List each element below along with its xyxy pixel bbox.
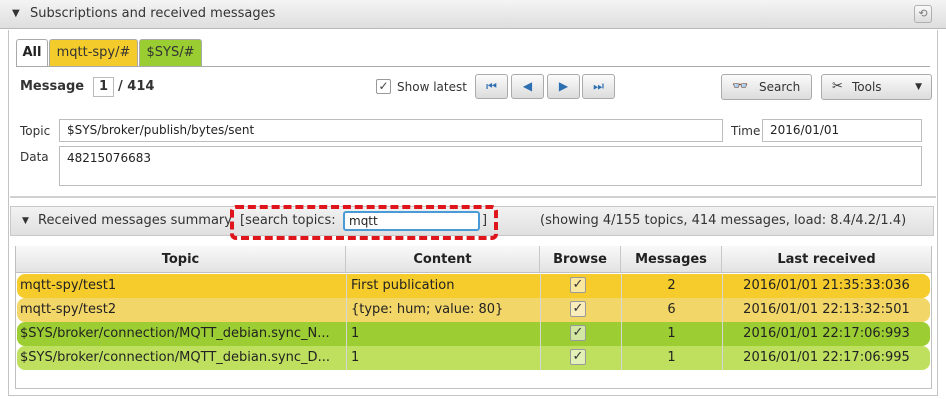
tools-button[interactable]: ✂ Tools ▼	[821, 74, 932, 100]
tab-all[interactable]: All	[16, 39, 48, 67]
topic-label: Topic	[20, 124, 51, 138]
cell-topic: $SYS/broker/connection/MQTT_debian.sync_…	[20, 350, 330, 365]
tools-button-label: Tools	[852, 80, 882, 94]
time-label: Time	[731, 124, 761, 138]
column-header-messages[interactable]: Messages	[621, 246, 722, 273]
cell-content: 1	[351, 350, 360, 365]
last-message-button[interactable]: ⏭	[582, 74, 615, 99]
cell-messages: 6	[667, 302, 676, 317]
column-separator	[346, 346, 347, 370]
column-header-topic[interactable]: Topic	[16, 246, 346, 273]
cell-topic: mqtt-spy/test2	[20, 302, 117, 317]
tab-sys[interactable]: $SYS/#	[139, 39, 202, 66]
cell-messages: 1	[667, 350, 676, 365]
cell-last-received: 2016/01/01 21:35:33:036	[743, 278, 910, 293]
search-button[interactable]: 👓 Search	[721, 74, 812, 100]
summary-stats: (showing 4/155 topics, 414 messages, loa…	[540, 213, 907, 228]
arrow-left-icon: ◀	[522, 79, 533, 93]
column-header-content[interactable]: Content	[346, 246, 540, 273]
browse-checkbox[interactable]: ✓	[570, 325, 586, 341]
next-message-button[interactable]: ▶	[547, 74, 580, 99]
cell-last-received: 2016/01/01 22:17:06:995	[743, 350, 910, 365]
message-index-input[interactable]: 1	[93, 77, 114, 97]
cell-content: 1	[351, 326, 360, 341]
split-divider[interactable]	[10, 196, 936, 198]
highlight-annotation	[230, 205, 498, 240]
data-label: Data	[20, 150, 49, 164]
column-separator	[540, 322, 541, 346]
time-field[interactable]: 2016/01/01 22:18:03:421	[762, 119, 922, 158]
collapse-arrow-icon[interactable]: ▼	[22, 216, 29, 226]
cell-content: {type: hum; value: 80}	[351, 302, 504, 317]
cell-content: First publication	[351, 278, 455, 293]
search-button-label: Search	[759, 80, 801, 94]
tab-divider	[16, 66, 930, 67]
cell-topic: $SYS/broker/connection/MQTT_debian.sync_…	[20, 326, 330, 341]
column-separator	[346, 274, 347, 298]
previous-message-button[interactable]: ◀	[511, 74, 544, 99]
tools-icon: ✂	[832, 79, 843, 94]
cell-topic: mqtt-spy/test1	[20, 278, 117, 293]
message-total: / 414	[118, 79, 155, 94]
browse-checkbox[interactable]: ✓	[570, 277, 586, 293]
summary-title: Received messages summary	[38, 213, 232, 228]
browse-checkbox[interactable]: ✓	[570, 301, 586, 317]
message-label: Message	[20, 79, 85, 94]
cell-last-received: 2016/01/01 22:17:06:993	[743, 326, 910, 341]
column-separator	[540, 274, 541, 298]
binoculars-icon: 👓	[732, 79, 749, 94]
show-latest-checkbox[interactable]: ✓	[376, 79, 391, 94]
column-separator	[540, 346, 541, 370]
cell-last-received: 2016/01/01 22:13:32:501	[743, 302, 910, 317]
column-header-browse[interactable]: Browse	[540, 246, 621, 273]
column-separator	[540, 298, 541, 322]
chevron-down-icon: ▼	[915, 82, 922, 92]
arrow-right-icon: ▶	[558, 79, 569, 93]
topic-field[interactable]: $SYS/broker/publish/bytes/sent	[59, 119, 723, 142]
data-field[interactable]: 48215076683	[59, 146, 922, 186]
skip-first-icon: ⏮	[486, 79, 497, 93]
cell-messages: 1	[667, 326, 676, 341]
tab-mqtt-spy[interactable]: mqtt-spy/#	[49, 39, 138, 66]
detach-icon[interactable]: ⟲	[914, 5, 932, 23]
first-message-button[interactable]: ⏮	[475, 74, 508, 99]
skip-last-icon: ⏭	[593, 79, 604, 93]
column-separator	[346, 322, 347, 346]
column-header-last-received[interactable]: Last received	[722, 246, 931, 273]
browse-checkbox[interactable]: ✓	[570, 349, 586, 365]
panel-title: Subscriptions and received messages	[30, 6, 276, 21]
cell-messages: 2	[667, 278, 676, 293]
column-separator	[346, 298, 347, 322]
collapse-arrow-icon[interactable]: ▼	[12, 8, 20, 19]
show-latest-label: Show latest	[397, 80, 467, 94]
